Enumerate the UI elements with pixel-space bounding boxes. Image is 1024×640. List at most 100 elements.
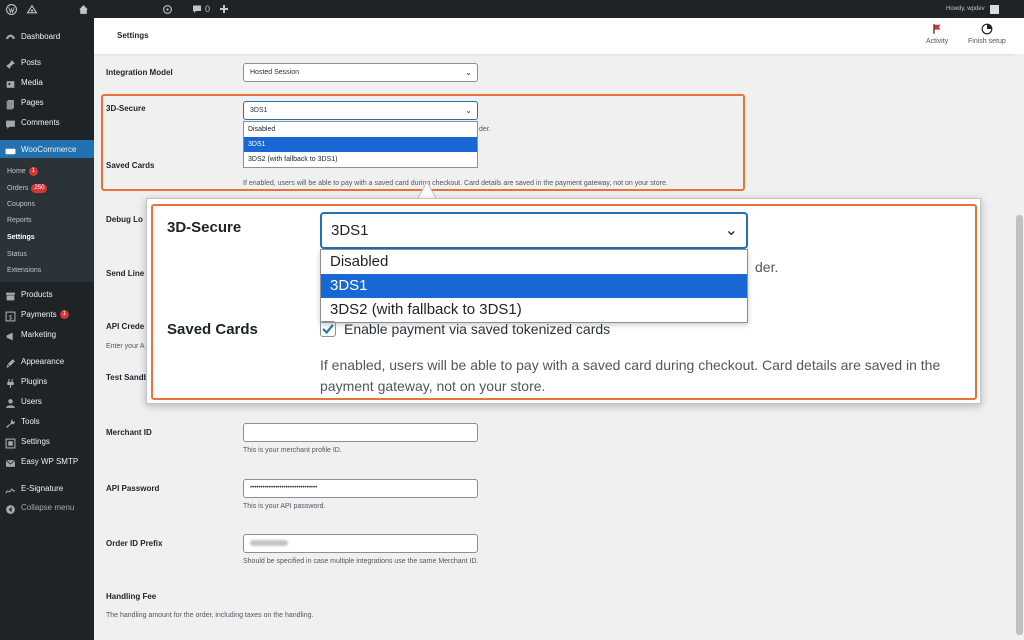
sidebar-item-marketing[interactable]: Marketing	[0, 325, 94, 343]
api-password-input[interactable]: ••••••••••••••••••••••••••••••••	[243, 479, 478, 498]
sidebar-item-label: Appearance	[21, 356, 65, 366]
handling-fee-label: Handling Fee	[106, 592, 157, 601]
3d-secure-value: 3DS1	[250, 107, 268, 114]
api-credentials-label: API Crede	[106, 322, 145, 331]
flag-icon	[933, 24, 941, 34]
handling-fee-desc: The handling amount for the order, inclu…	[106, 612, 314, 619]
submenu-label: Reports	[7, 216, 32, 224]
order-id-prefix-desc: Should be specified in case multiple int…	[243, 558, 479, 565]
integration-model-value: Hosted Session	[250, 69, 300, 76]
chevron-down-icon: ⌄	[465, 68, 472, 77]
zoom-option-disabled[interactable]: Disabled	[321, 250, 747, 274]
submenu-label: Extensions	[7, 266, 42, 274]
sidebar-item-appearance[interactable]: Appearance	[0, 352, 94, 370]
add-new-icon[interactable]	[219, 0, 229, 18]
svg-text:$: $	[9, 314, 13, 321]
home-icon[interactable]	[78, 0, 89, 18]
submenu-label: Home	[7, 167, 26, 175]
saved-cards-checkbox-label: Enable payment via saved tokenized cards	[344, 321, 611, 337]
test-sandbox-label: Test Sandb	[106, 373, 149, 382]
page-header: Settings Activity Finish setup	[94, 18, 1024, 54]
sidebar-item-woocommerce[interactable]: WooCommerce	[0, 140, 94, 158]
saved-cards-checkbox-row[interactable]: Enable payment via saved tokenized cards	[320, 321, 610, 337]
page-title: Settings	[117, 31, 149, 40]
sidebar-item-products[interactable]: Products	[0, 285, 94, 303]
submenu-extensions[interactable]: Extensions	[0, 262, 94, 278]
integration-model-select[interactable]: Hosted Session ⌄	[243, 63, 478, 82]
dashboard-icon	[5, 31, 16, 42]
zoom-option-3ds1[interactable]: 3DS1	[321, 274, 747, 298]
sidebar-item-comments[interactable]: Comments	[0, 113, 94, 131]
scrollbar-thumb[interactable]	[1016, 215, 1023, 635]
finish-setup-label: Finish setup	[968, 38, 1006, 45]
comments-count: 0	[205, 4, 211, 14]
sidebar-item-easy-wp-smtp[interactable]: Easy WP SMTP	[0, 452, 94, 470]
updates-icon[interactable]	[162, 0, 173, 18]
wrench-icon	[5, 416, 16, 428]
sidebar-item-label: Plugins	[21, 376, 48, 386]
option-3ds1[interactable]: 3DS1	[244, 137, 477, 152]
sidebar-item-label: Collapse menu	[21, 502, 75, 512]
sidebar-item-label: Settings	[21, 436, 50, 446]
activity-button[interactable]: Activity	[926, 23, 948, 45]
sidebar-item-users[interactable]: Users	[0, 392, 94, 410]
order-id-prefix-input[interactable]	[243, 534, 478, 553]
sidebar-item-dashboard[interactable]: Dashboard	[0, 27, 94, 45]
submenu-coupons[interactable]: Coupons	[0, 196, 94, 212]
sidebar-item-settings[interactable]: Settings	[0, 432, 94, 450]
sidebar-item-label: Posts	[21, 57, 42, 67]
submenu-label: Coupons	[7, 200, 36, 208]
payments-count-badge: 1	[59, 309, 69, 319]
sidebar-item-label: Products	[21, 289, 53, 299]
sidebar-item-tools[interactable]: Tools	[0, 412, 94, 430]
zoom-3d-secure-label: 3D-Secure	[167, 219, 242, 236]
comment-icon	[5, 117, 16, 129]
sidebar-item-label: Media	[21, 77, 43, 87]
sidebar-item-label: Dashboard	[21, 31, 61, 41]
howdy-account[interactable]: Howdy, wpdev	[946, 0, 999, 18]
saved-cards-checkbox[interactable]	[320, 321, 336, 337]
option-disabled[interactable]: Disabled	[244, 122, 477, 137]
zoom-3d-secure-value: 3DS1	[331, 222, 369, 239]
3d-secure-select[interactable]: 3DS1 ⌄	[243, 101, 478, 120]
sidebar-item-pages[interactable]: Pages	[0, 93, 94, 111]
submenu-reports[interactable]: Reports	[0, 212, 94, 228]
avatar	[989, 4, 999, 14]
progress-icon	[981, 23, 993, 35]
send-line-items-label: Send Line I	[106, 269, 149, 278]
sidebar-item-payments[interactable]: $ Payments 1	[0, 305, 94, 323]
admin-bar: 0 Howdy, wpdev	[0, 0, 1024, 18]
zoom-saved-cards-desc: If enabled, users will be able to pay wi…	[320, 357, 941, 394]
submenu-status[interactable]: Status	[0, 246, 94, 262]
network-icon[interactable]	[26, 0, 38, 18]
woo-icon	[5, 144, 16, 155]
submenu-orders[interactable]: Orders 250	[0, 180, 94, 196]
option-3ds2[interactable]: 3DS2 (with fallback to 3DS1)	[244, 152, 477, 167]
zoom-saved-cards-label: Saved Cards	[167, 321, 258, 338]
zoom-option-3ds2[interactable]: 3DS2 (with fallback to 3DS1)	[321, 298, 747, 322]
user-icon	[5, 396, 16, 408]
sidebar-item-e-signature[interactable]: E-Signature	[0, 479, 94, 497]
brush-icon	[5, 356, 16, 368]
submenu-label: Orders	[7, 184, 29, 192]
merchant-id-label: Merchant ID	[106, 428, 152, 437]
collapse-menu-button[interactable]: Collapse menu	[0, 498, 94, 516]
wordpress-logo-icon[interactable]	[6, 0, 17, 18]
submenu-settings[interactable]: Settings	[0, 229, 94, 245]
sidebar-item-label: Users	[21, 396, 42, 406]
zoom-3d-secure-select[interactable]: 3DS1 ⌄	[320, 212, 748, 249]
saved-cards-label: Saved Cards	[106, 161, 155, 170]
chevron-down-icon: ⌄	[465, 106, 472, 115]
submenu-home[interactable]: Home 1	[0, 163, 94, 179]
merchant-id-input[interactable]	[243, 423, 478, 442]
sidebar-item-posts[interactable]: Posts	[0, 53, 94, 71]
sidebar-item-plugins[interactable]: Plugins	[0, 372, 94, 390]
plug-icon	[5, 376, 16, 388]
zoom-3d-secure-dropdown: Disabled 3DS1 3DS2 (with fallback to 3DS…	[320, 249, 748, 323]
sidebar-item-media[interactable]: Media	[0, 73, 94, 91]
sidebar-item-label: E-Signature	[21, 483, 64, 493]
pin-icon	[5, 57, 16, 69]
collapse-icon	[5, 502, 16, 514]
finish-setup-button[interactable]: Finish setup	[968, 23, 1006, 45]
comments-bar-item[interactable]: 0	[192, 0, 210, 18]
